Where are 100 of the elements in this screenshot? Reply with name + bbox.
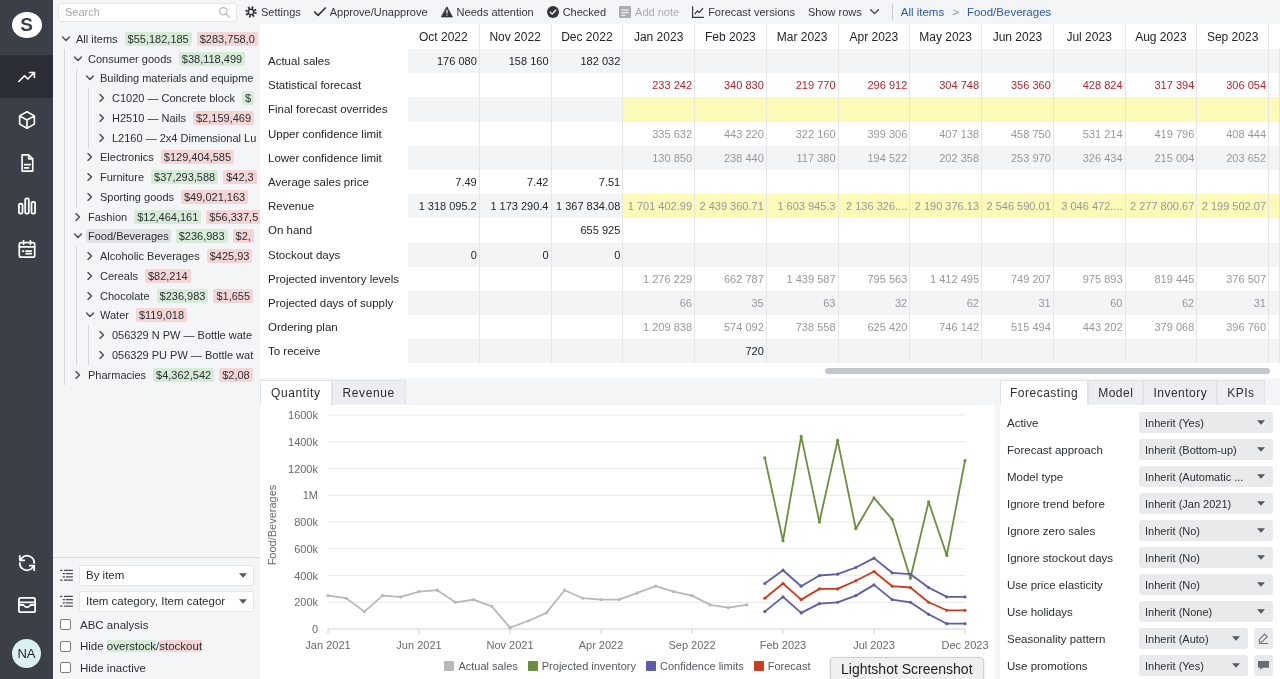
checkbox[interactable] [60, 619, 71, 631]
caret-icon [239, 572, 247, 578]
chevron-right-icon[interactable] [74, 212, 82, 221]
grouping-dropdown[interactable]: By item [79, 564, 254, 586]
amount-badge: $236,983 [175, 229, 228, 244]
toolbar-button[interactable]: Forecast versions [692, 6, 795, 18]
legend-label: Actual sales [458, 660, 518, 672]
edit-button[interactable] [1254, 628, 1273, 649]
chevron-right-icon[interactable] [86, 291, 94, 300]
amount-badge: $37,293,588 [151, 170, 219, 185]
table-cell: 1 701 402.99 [623, 194, 695, 219]
chevron-right-icon[interactable] [98, 331, 106, 340]
caret-icon [1257, 609, 1265, 614]
toolbar-button[interactable]: Show rows [807, 6, 879, 18]
chevron-down-icon[interactable] [62, 34, 70, 43]
amount-badge: $2, [232, 229, 254, 244]
chevron-right-icon[interactable] [86, 252, 94, 261]
chevron-right-icon[interactable] [98, 350, 106, 359]
tree-item[interactable]: Consumer goods [86, 51, 174, 66]
chevron-right-icon[interactable] [98, 113, 106, 122]
caret-icon [1257, 447, 1265, 452]
table-cell [910, 339, 982, 364]
chevron-down-icon[interactable] [74, 232, 82, 241]
chevron-right-icon[interactable] [86, 153, 94, 162]
table-cell [623, 339, 695, 364]
tooltip: Lightshot Screenshot [830, 657, 984, 679]
toolbar-button[interactable]: Approve/Unapprove [313, 6, 428, 18]
inbox-icon[interactable] [17, 596, 36, 614]
table-cell: 1 603 945.3 [766, 194, 839, 219]
tab[interactable]: Inventory [1143, 380, 1218, 405]
tree-item[interactable]: Food/Beverages [86, 229, 171, 244]
select-field[interactable]: Inherit (No) [1139, 574, 1273, 595]
table-cell: 1 318 095.2 [408, 194, 480, 219]
toolbar-button[interactable]: Settings [245, 6, 301, 18]
checkbox[interactable] [60, 662, 71, 674]
chevron-right-icon[interactable] [98, 94, 106, 103]
chevron-down-icon[interactable] [86, 74, 94, 83]
tree-item[interactable]: Water [98, 308, 131, 323]
select-field[interactable]: Inherit (Jan 2021) [1139, 493, 1273, 514]
tab[interactable]: Model [1088, 380, 1144, 405]
tree-item[interactable]: Pharmacies [86, 367, 149, 382]
x-axis-label: Feb 2023 [759, 639, 807, 651]
tab[interactable]: Quantity [260, 380, 332, 405]
calendar-icon[interactable] [17, 239, 36, 258]
tree-item[interactable]: Furniture [98, 170, 147, 185]
checkbox[interactable] [60, 640, 71, 652]
chevron-down-icon[interactable] [74, 54, 82, 63]
comment-button[interactable] [1254, 655, 1273, 676]
tab[interactable]: KPIs [1217, 380, 1265, 405]
chevron-right-icon[interactable] [86, 271, 94, 280]
table-cell: 2 546 590.01 [982, 194, 1054, 219]
table-cell: 202 358 [910, 145, 982, 170]
chevron-right-icon[interactable] [86, 192, 94, 201]
tree-item[interactable]: 056329 PU PW — Bottle wat [110, 347, 256, 362]
bar-chart-icon[interactable] [17, 196, 36, 215]
sync-icon[interactable] [17, 554, 36, 572]
tree-item[interactable]: Cereals [98, 268, 140, 283]
chevron-right-icon[interactable] [86, 173, 94, 182]
tree-item[interactable]: Alcoholic Beverages [98, 249, 202, 264]
select-field[interactable]: Inherit (Yes) [1139, 412, 1273, 433]
tree-item[interactable]: Fashion [86, 209, 130, 224]
list-indent-icon[interactable] [60, 569, 73, 581]
tree-item[interactable]: C1020 — Concrete block [110, 91, 237, 106]
toolbar-button[interactable]: Checked [546, 6, 607, 18]
chevron-down-icon[interactable] [86, 311, 94, 320]
select-field[interactable]: Inherit (Automatic ... [1139, 466, 1273, 487]
y-axis-label: 800k [294, 516, 318, 528]
tree-item[interactable]: Building materials and equipme [98, 71, 256, 86]
scrollbar-thumb[interactable] [825, 368, 1270, 375]
user-avatar[interactable]: NA [12, 639, 41, 668]
grouping-dropdown[interactable]: Item category, Item categor [79, 590, 254, 612]
tree-item[interactable]: H2510 — Nails [110, 110, 188, 125]
app-logo[interactable]: S [11, 12, 42, 38]
chevron-right-icon[interactable] [98, 133, 106, 142]
tree-item[interactable]: Chocolate [98, 288, 152, 303]
select-field[interactable]: Inherit (None) [1139, 601, 1273, 622]
select-field[interactable]: Inherit (No) [1139, 547, 1273, 568]
search-field[interactable]: Search [58, 2, 237, 22]
field-label: Ignore stockout days [1007, 551, 1115, 564]
breadcrumb-link[interactable]: Food/Beverages [966, 6, 1052, 18]
tree-item[interactable]: L2160 — 2x4 Dimensional Lu [110, 130, 259, 145]
tree-item[interactable]: All items [74, 31, 120, 46]
tree-item[interactable]: Sporting goods [98, 189, 176, 204]
select-field[interactable]: Inherit (No) [1139, 520, 1273, 541]
tree-item[interactable]: 056329 N PW — Bottle wate [110, 328, 254, 343]
breadcrumb-link[interactable]: All items [900, 6, 945, 18]
amount-badge: $55,182,185 [124, 31, 192, 46]
chevron-right-icon[interactable] [74, 370, 82, 379]
check-icon [313, 6, 326, 18]
tab[interactable]: Forecasting [1000, 380, 1089, 405]
select-field[interactable]: Inherit (Bottom-up) [1139, 439, 1273, 460]
caret-icon [1257, 420, 1265, 425]
table-cell [1197, 49, 1269, 74]
toolbar-button[interactable]: Needs attention [440, 6, 534, 18]
cube-icon[interactable] [17, 110, 36, 129]
list-indent-icon[interactable] [60, 595, 73, 607]
tab[interactable]: Revenue [331, 380, 406, 405]
tree-item[interactable]: Electronics [98, 150, 156, 165]
select-field[interactable]: Inherit (Yes) [1139, 655, 1248, 676]
select-field[interactable]: Inherit (Auto) [1139, 628, 1248, 649]
